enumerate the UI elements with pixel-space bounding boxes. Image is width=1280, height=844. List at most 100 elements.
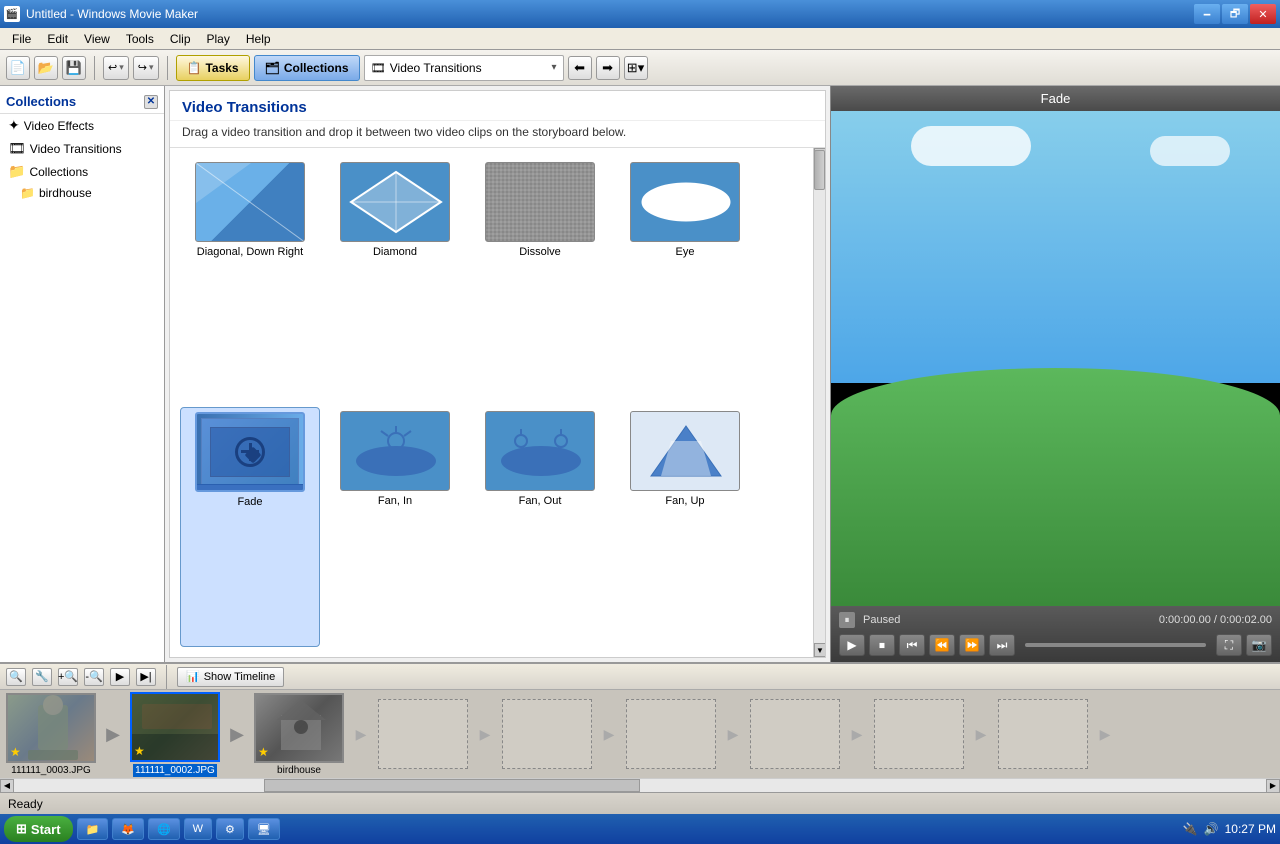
fast-forward-button[interactable]: ⏩ <box>959 634 985 656</box>
menu-file[interactable]: File <box>4 30 39 48</box>
sidebar: Collections ✕ ✦ Video Effects 🎞 Video Tr… <box>0 86 165 662</box>
tasks-button[interactable]: 📋 Tasks <box>176 55 250 81</box>
scrollbar[interactable]: ▲ ▼ <box>813 148 825 657</box>
storyboard-clip-2[interactable]: ★ 111111_0002.JPG <box>130 692 220 777</box>
taskbar-app-media[interactable]: 🖥 <box>248 818 280 840</box>
panel-description: Drag a video transition and drop it betw… <box>170 121 825 148</box>
taskbar-app-control-panel[interactable]: ⚙ <box>216 818 244 840</box>
transition-thumb-fan-out <box>485 411 595 491</box>
timeline-icon: 📊 <box>186 670 200 683</box>
storyboard-tool[interactable]: 🔧 <box>32 668 52 686</box>
transition-label-dissolve: Dissolve <box>519 246 561 258</box>
play-button[interactable]: ▶ <box>839 634 865 656</box>
taskbar: ⊞ Start 📁 🦊 🌐 W ⚙ 🖥 🔌 🔊 10:27 PM <box>0 814 1280 844</box>
tasks-label: Tasks <box>205 61 238 75</box>
start-button[interactable]: ⊞ Start <box>4 816 73 842</box>
sidebar-item-birdhouse[interactable]: 📁 birdhouse <box>0 183 164 203</box>
storyboard-empty-arrow-4: ▶ <box>718 704 748 764</box>
fullscreen-button[interactable]: ⛶ <box>1216 634 1242 656</box>
transition-fan-out[interactable]: Fan, Out <box>470 407 610 648</box>
stop-button[interactable]: ⏹ <box>869 634 895 656</box>
scrollbar-thumb-horizontal[interactable] <box>264 779 640 792</box>
seek-bar[interactable] <box>1025 643 1206 647</box>
taskbar-app-ie[interactable]: 🌐 <box>148 818 180 840</box>
preview-status-text: Paused <box>863 614 900 626</box>
transition-dissolve[interactable]: Dissolve <box>470 158 610 397</box>
forward-button[interactable]: ➡ <box>596 56 620 80</box>
title-bar: 🎬 Untitled - Windows Movie Maker 🗕 🗗 ✕ <box>0 0 1280 28</box>
clip-thumb-2[interactable]: ★ <box>130 692 220 762</box>
taskbar-app-firefox[interactable]: 🦊 <box>112 818 144 840</box>
menu-edit[interactable]: Edit <box>39 30 76 48</box>
storyboard-clips: ★ 111111_0003.JPG ▶ ★ 111111_0002.JPG ▶ <box>0 690 1280 778</box>
redo-button[interactable]: ↪▾ <box>133 56 159 80</box>
scrollbar-track-horizontal[interactable] <box>14 779 1266 792</box>
transition-diagonal-down-right[interactable]: Diagonal, Down Right <box>180 158 320 397</box>
minimize-button[interactable]: 🗕 <box>1194 4 1220 24</box>
storyboard-empty-arrow-6: ▶ <box>966 704 996 764</box>
window-controls: 🗕 🗗 ✕ <box>1194 4 1276 24</box>
transitions-grid: Diagonal, Down Right Diamond <box>170 148 813 657</box>
preview-ground <box>831 368 1280 606</box>
storyboard-play[interactable]: ▶ <box>110 668 130 686</box>
scroll-down-button[interactable]: ▼ <box>814 643 825 657</box>
menu-play[interactable]: Play <box>199 30 238 48</box>
preview-video <box>831 111 1280 606</box>
taskbar-app-word[interactable]: W <box>184 818 212 840</box>
horizontal-scrollbar[interactable]: ◀ ▶ <box>0 778 1280 792</box>
scrollbar-thumb[interactable] <box>814 150 825 190</box>
menu-view[interactable]: View <box>76 30 118 48</box>
taskbar-app-explorer[interactable]: 📁 <box>77 818 109 840</box>
sidebar-item-video-transitions[interactable]: 🎞 Video Transitions <box>0 137 164 160</box>
close-button[interactable]: ✕ <box>1250 4 1276 24</box>
preview-panel: Fade ⏸ Paused 0:00:00.00 / 0:00:02.00 ▶ … <box>830 86 1280 662</box>
explorer-icon: 📁 <box>86 823 100 836</box>
show-timeline-button[interactable]: 📊 Show Timeline <box>177 667 284 687</box>
preview-clouds-2 <box>1150 136 1230 166</box>
next-frame-button[interactable]: ⏭ <box>989 634 1015 656</box>
scroll-right-button[interactable]: ▶ <box>1266 779 1280 793</box>
clip-thumb-1[interactable]: ★ <box>6 693 96 763</box>
collections-button[interactable]: 🗂 Collections <box>254 55 360 81</box>
save-button[interactable]: 💾 <box>62 56 86 80</box>
transition-label-fan-out: Fan, Out <box>519 495 562 507</box>
camera-button[interactable]: 📷 <box>1246 634 1272 656</box>
content-area: Video Transitions Drag a video transitio… <box>165 86 830 662</box>
open-button[interactable]: 📂 <box>34 56 58 80</box>
transition-eye[interactable]: Eye <box>615 158 755 397</box>
storyboard-play-clip[interactable]: ▶| <box>136 668 156 686</box>
storyboard-area: 🔍 🔧 +🔍 -🔍 ▶ ▶| 📊 Show Timeline ★ 111111_… <box>0 662 1280 792</box>
undo-button[interactable]: ↩▾ <box>103 56 129 80</box>
rewind-button[interactable]: ⏪ <box>929 634 955 656</box>
status-bar: Ready <box>0 792 1280 814</box>
menu-help[interactable]: Help <box>238 30 279 48</box>
prev-frame-button[interactable]: ⏮ <box>899 634 925 656</box>
transition-diamond[interactable]: Diamond <box>325 158 465 397</box>
scroll-left-button[interactable]: ◀ <box>0 779 14 793</box>
transition-fan-up[interactable]: Fan, Up <box>615 407 755 648</box>
maximize-button[interactable]: 🗗 <box>1222 4 1248 24</box>
storyboard-clip-1[interactable]: ★ 111111_0003.JPG <box>6 693 96 776</box>
sidebar-close-button[interactable]: ✕ <box>144 95 158 109</box>
firefox-icon: 🦊 <box>121 823 135 836</box>
transition-thumb-eye <box>630 162 740 242</box>
new-button[interactable]: 📄 <box>6 56 30 80</box>
transition-dropdown[interactable]: 🎞 Video Transitions ▾ <box>364 55 564 81</box>
view-options-button[interactable]: ⊞▾ <box>624 56 648 80</box>
sidebar-item-video-effects[interactable]: ✦ Video Effects <box>0 114 164 137</box>
separator-2 <box>167 56 168 80</box>
sidebar-item-collections[interactable]: 📁 Collections <box>0 160 164 183</box>
back-button[interactable]: ⬅ <box>568 56 592 80</box>
transition-fade[interactable]: Fade <box>180 407 320 648</box>
storyboard-zoom-out[interactable]: -🔍 <box>84 668 104 686</box>
clip-thumb-3[interactable]: ★ <box>254 693 344 763</box>
clip-label-3: birdhouse <box>277 765 321 776</box>
transition-fan-in[interactable]: Fan, In <box>325 407 465 648</box>
storyboard-zoom-in-2[interactable]: +🔍 <box>58 668 78 686</box>
system-tray: 🔌 🔊 10:27 PM <box>1183 822 1276 836</box>
storyboard-clip-3[interactable]: ★ birdhouse <box>254 693 344 776</box>
network-icon: 🔌 <box>1183 822 1198 836</box>
storyboard-zoom-in[interactable]: 🔍 <box>6 668 26 686</box>
menu-clip[interactable]: Clip <box>162 30 199 48</box>
menu-tools[interactable]: Tools <box>118 30 162 48</box>
